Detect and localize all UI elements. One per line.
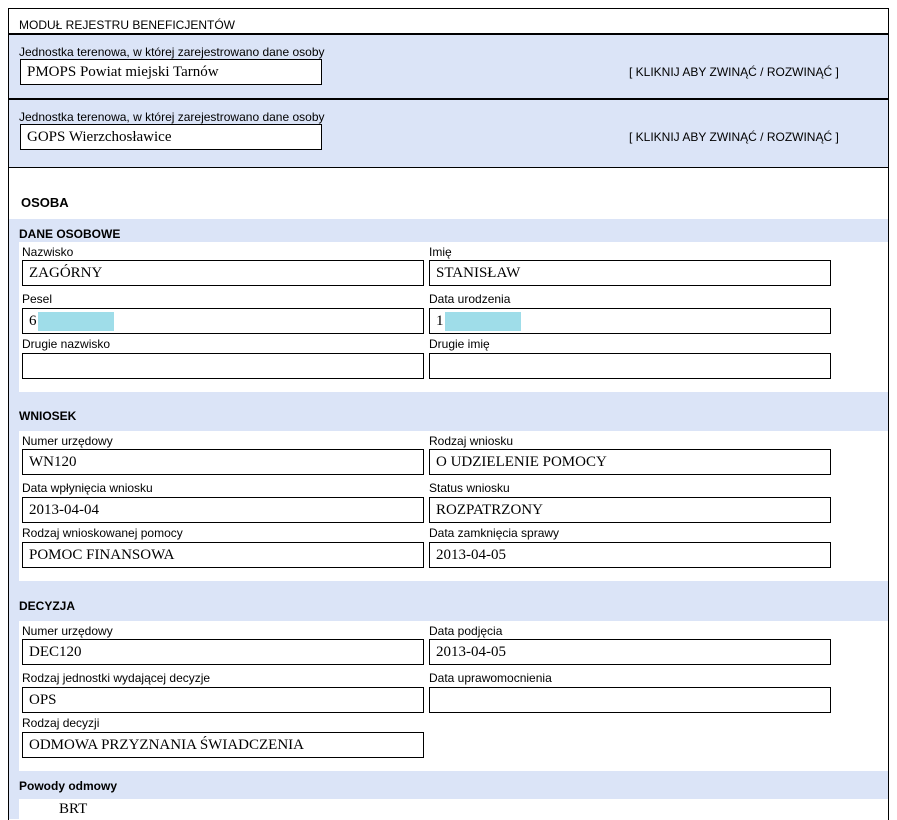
- collapse-toggle-link[interactable]: [ KLIKNIJ ABY ZWINĄĆ / ROZWINĄĆ ]: [629, 65, 839, 79]
- birth-date-value: 1: [436, 313, 444, 329]
- field-label: Rodzaj jednostki wydającej decyzje: [22, 671, 211, 685]
- received-date-field: 2013-04-04: [22, 497, 424, 523]
- field-label: Data podjęcia: [429, 624, 503, 638]
- side-strip: [9, 431, 19, 581]
- field-label: Numer urzędowy: [22, 624, 113, 638]
- application-status-field: ROZPATRZONY: [429, 497, 831, 523]
- unit-panel-1: Jednostka terenowa, w której zarejestrow…: [9, 33, 888, 100]
- second-name-field: [429, 353, 831, 379]
- field-label: Rodzaj decyzji: [22, 716, 100, 730]
- collapse-toggle-link[interactable]: [ KLIKNIJ ABY ZWINĄĆ / ROZWINĄĆ ]: [629, 130, 839, 144]
- surname-field: ZAGÓRNY: [22, 260, 424, 286]
- second-surname-field: [22, 353, 424, 379]
- field-label: Data uprawomocnienia: [429, 671, 552, 685]
- application-type-field: O UDZIELENIE POMOCY: [429, 449, 831, 475]
- module-title: MODUŁ REJESTRU BENEFICJENTÓW: [19, 18, 236, 32]
- personal-data-section: Nazwisko ZAGÓRNY Imię STANISŁAW Pesel 6 …: [19, 242, 888, 392]
- decision-type-field: ODMOWA PRZYZNANIA ŚWIADCZENIA: [22, 732, 424, 758]
- pesel-field: 6: [22, 308, 424, 334]
- field-label: Status wniosku: [429, 481, 510, 495]
- section-header-personal: DANE OSOBOWE: [9, 219, 888, 242]
- field-label: Rodzaj wniosku: [429, 434, 514, 448]
- section-header-decision: DECYZJA: [9, 581, 888, 621]
- unit-label: Jednostka terenowa, w której zarejestrow…: [19, 110, 325, 124]
- field-label: Data urodzenia: [429, 292, 511, 306]
- decision-date-field: 2013-04-05: [429, 639, 831, 665]
- first-name-field: STANISŁAW: [429, 260, 831, 286]
- application-number-field: WN120: [22, 449, 424, 475]
- decision-number-field: DEC120: [22, 639, 424, 665]
- field-label: Imię: [429, 245, 452, 259]
- side-strip: [9, 242, 19, 392]
- field-label: Data wpłynięcia wniosku: [22, 481, 153, 495]
- application-section: Numer urzędowy WN120 Rodzaj wniosku O UD…: [19, 431, 888, 581]
- section-header-application: WNIOSEK: [9, 392, 888, 431]
- birth-date-field: 1: [429, 308, 831, 334]
- unit-panel-2: Jednostka terenowa, w której zarejestrow…: [9, 100, 888, 167]
- field-label: Data zamknięcia sprawy: [429, 526, 560, 540]
- issuing-unit-field: OPS: [22, 687, 424, 713]
- field-label: Drugie nazwisko: [22, 337, 111, 351]
- field-label: Numer urzędowy: [22, 434, 113, 448]
- pesel-value: 6: [29, 313, 37, 329]
- aid-type-field: POMOC FINANSOWA: [22, 542, 424, 568]
- validation-date-field: [429, 687, 831, 713]
- section-header-refusal-reasons: Powody odmowy: [9, 771, 888, 799]
- redaction-mask: [444, 312, 521, 332]
- unit-label: Jednostka terenowa, w której zarejestrow…: [19, 45, 325, 59]
- unit-field: GOPS Wierzchosławice: [20, 124, 322, 150]
- field-label: Rodzaj wnioskowanej pomocy: [22, 526, 183, 540]
- field-label: Pesel: [22, 292, 53, 306]
- side-strip: [9, 799, 19, 819]
- closing-date-field: 2013-04-05: [429, 542, 831, 568]
- divider: [9, 167, 888, 168]
- redaction-mask: [37, 312, 114, 332]
- unit-field: PMOPS Powiat miejski Tarnów: [20, 59, 322, 85]
- refusal-reasons-section: BRT: [19, 799, 888, 819]
- decision-section: Numer urzędowy DEC120 Data podjęcia 2013…: [19, 621, 888, 771]
- refusal-reason-text: BRT: [59, 801, 88, 817]
- field-label: Nazwisko: [22, 245, 74, 259]
- beneficiary-module: MODUŁ REJESTRU BENEFICJENTÓW Jednostka t…: [8, 8, 889, 820]
- side-strip: [9, 621, 19, 771]
- person-heading: OSOBA: [21, 195, 69, 210]
- field-label: Drugie imię: [429, 337, 490, 351]
